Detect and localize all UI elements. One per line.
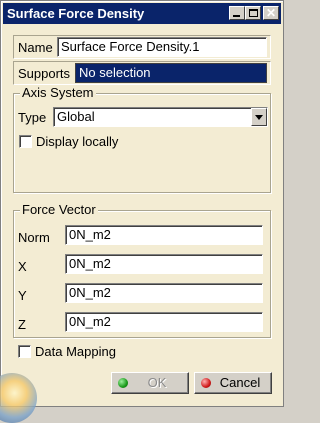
- close-button[interactable]: ✕: [263, 6, 279, 20]
- type-combo[interactable]: Global: [53, 107, 268, 127]
- window-title: Surface Force Density: [7, 6, 145, 21]
- display-locally-checkbox[interactable]: [19, 135, 32, 148]
- chevron-down-icon: [255, 115, 263, 120]
- supports-label: Supports: [18, 66, 71, 81]
- name-label: Name: [18, 40, 53, 55]
- norm-label: Norm: [18, 230, 50, 245]
- type-label: Type: [18, 110, 47, 125]
- data-mapping-label: Data Mapping: [35, 344, 116, 359]
- ok-button-label: OK: [147, 375, 167, 390]
- z-label: Z: [18, 317, 26, 332]
- axis-system-title: Axis System: [20, 85, 96, 100]
- data-mapping-checkbox[interactable]: [18, 345, 31, 358]
- maximize-button[interactable]: [245, 6, 261, 20]
- cancel-button[interactable]: Cancel: [194, 372, 272, 394]
- dialog-window: Surface Force Density ✕ Name Surface For…: [0, 0, 284, 423]
- maximize-icon: [249, 9, 258, 17]
- force-vector-title: Force Vector: [20, 202, 98, 217]
- name-field[interactable]: Surface Force Density.1: [57, 37, 267, 57]
- cancel-button-label: Cancel: [219, 375, 261, 390]
- y-field[interactable]: 0N_m2: [65, 283, 263, 303]
- force-vector-group: Force Vector Norm 0N_m2 X 0N_m2 Y 0N_m2 …: [13, 203, 271, 338]
- catia-logo-decoration: [0, 373, 37, 423]
- type-combo-value: Global: [57, 109, 95, 124]
- supports-field[interactable]: No selection: [75, 63, 267, 83]
- y-label: Y: [18, 288, 27, 303]
- minimize-button[interactable]: [229, 6, 245, 20]
- display-locally-label: Display locally: [36, 134, 119, 149]
- minimize-icon: [233, 15, 240, 17]
- close-icon: ✕: [265, 6, 277, 20]
- norm-field[interactable]: 0N_m2: [65, 225, 263, 245]
- title-bar[interactable]: Surface Force Density ✕: [3, 3, 281, 24]
- supports-row: Supports No selection: [13, 61, 271, 85]
- ok-button[interactable]: OK: [111, 372, 189, 394]
- x-field[interactable]: 0N_m2: [65, 254, 263, 274]
- name-row: Name Surface Force Density.1: [13, 35, 271, 59]
- combo-dropdown-button[interactable]: [251, 108, 267, 126]
- x-label: X: [18, 259, 27, 274]
- axis-system-group: Axis System Type Global Display locally: [13, 86, 271, 193]
- z-field[interactable]: 0N_m2: [65, 312, 263, 332]
